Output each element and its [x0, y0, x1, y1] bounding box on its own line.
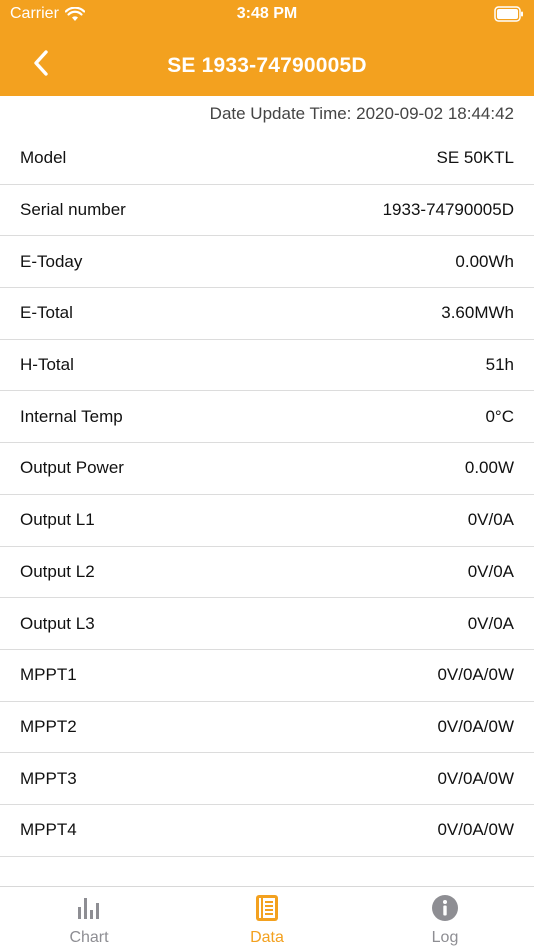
row-label: Output L2 — [20, 561, 95, 581]
row-label: E-Today — [20, 251, 83, 271]
row-label: E-Total — [20, 303, 73, 323]
row-value: 1933-74790005D — [382, 200, 514, 220]
row-value: 0V/0A — [467, 510, 514, 530]
row-value: 3.60MWh — [441, 303, 514, 323]
row-value: 51h — [485, 355, 514, 375]
tab-log[interactable]: Log — [356, 887, 534, 950]
row-label: Model — [20, 148, 67, 168]
mppt2-row: MPPT2 0V/0A/0W — [0, 702, 534, 754]
row-value: 0V/0A/0W — [437, 665, 514, 685]
tab-log-label: Log — [431, 929, 459, 946]
row-value: 0V/0A/0W — [437, 768, 514, 788]
row-label: Output L3 — [20, 613, 95, 633]
row-value: 0°C — [485, 406, 514, 426]
tab-chart[interactable]: Chart — [0, 887, 178, 950]
output-l2-row: Output L2 0V/0A — [0, 547, 534, 599]
row-label: Output Power — [20, 458, 124, 478]
row-label: Output L1 — [20, 510, 95, 530]
output-l1-row: Output L1 0V/0A — [0, 495, 534, 547]
e-total-row: E-Total 3.60MWh — [0, 288, 534, 340]
navigation-bar: SE 1933-74790005D — [0, 30, 534, 96]
header: Carrier 3:48 PM SE 1933-74790005D — [0, 0, 534, 96]
tab-chart-label: Chart — [69, 929, 109, 946]
status-bar: Carrier 3:48 PM — [0, 0, 534, 30]
internal-temp-row: Internal Temp 0°C — [0, 391, 534, 444]
data-list: Model SE 50KTL Serial number 1933-74790005… — [0, 133, 534, 857]
row-label: MPPT3 — [20, 768, 77, 788]
output-l3-row: Output L3 0V/0A — [0, 598, 534, 650]
tab-data[interactable]: Data — [178, 887, 356, 950]
row-label: MPPT1 — [20, 665, 77, 685]
row-label: H-Total — [20, 355, 74, 375]
update-time-label: Date Update Time: 2020-09-02 18:44:42 — [209, 104, 514, 123]
row-label: Serial number — [20, 200, 126, 220]
row-value: 0V/0A — [467, 613, 514, 633]
row-value: 0.00W — [464, 458, 514, 478]
output-power-row: Output Power 0.00W — [0, 443, 534, 495]
e-today-row: E-Today 0.00Wh — [0, 236, 534, 289]
mppt3-row: MPPT3 0V/0A/0W — [0, 753, 534, 805]
row-value: 0.00Wh — [455, 251, 514, 271]
status-time: 3:48 PM — [236, 5, 298, 22]
row-label: Internal Temp — [20, 406, 123, 426]
row-value: 0V/0A/0W — [437, 716, 514, 736]
mppt1-row: MPPT1 0V/0A/0W — [0, 650, 534, 702]
tab-bar: Chart Data Log — [0, 886, 534, 950]
h-total-row: H-Total 51h — [0, 340, 534, 392]
serial-number-row: Serial number 1933-74790005D — [0, 185, 534, 237]
info-icon — [432, 895, 458, 921]
row-label: MPPT2 — [20, 716, 77, 736]
mppt4-row: MPPT4 0V/0A/0W — [0, 805, 534, 857]
row-value: 0V/0A/0W — [437, 820, 514, 840]
row-value: SE 50KTL — [436, 148, 515, 168]
model-row: Model SE 50KTL — [0, 133, 534, 185]
row-label: MPPT4 — [20, 820, 77, 840]
page-title: SE 1933-74790005D — [167, 54, 367, 77]
document-list-icon — [256, 895, 278, 921]
battery-icon — [494, 6, 523, 22]
bar-chart-icon — [78, 898, 99, 919]
row-value: 0V/0A — [467, 561, 514, 581]
tab-data-label: Data — [250, 929, 284, 946]
